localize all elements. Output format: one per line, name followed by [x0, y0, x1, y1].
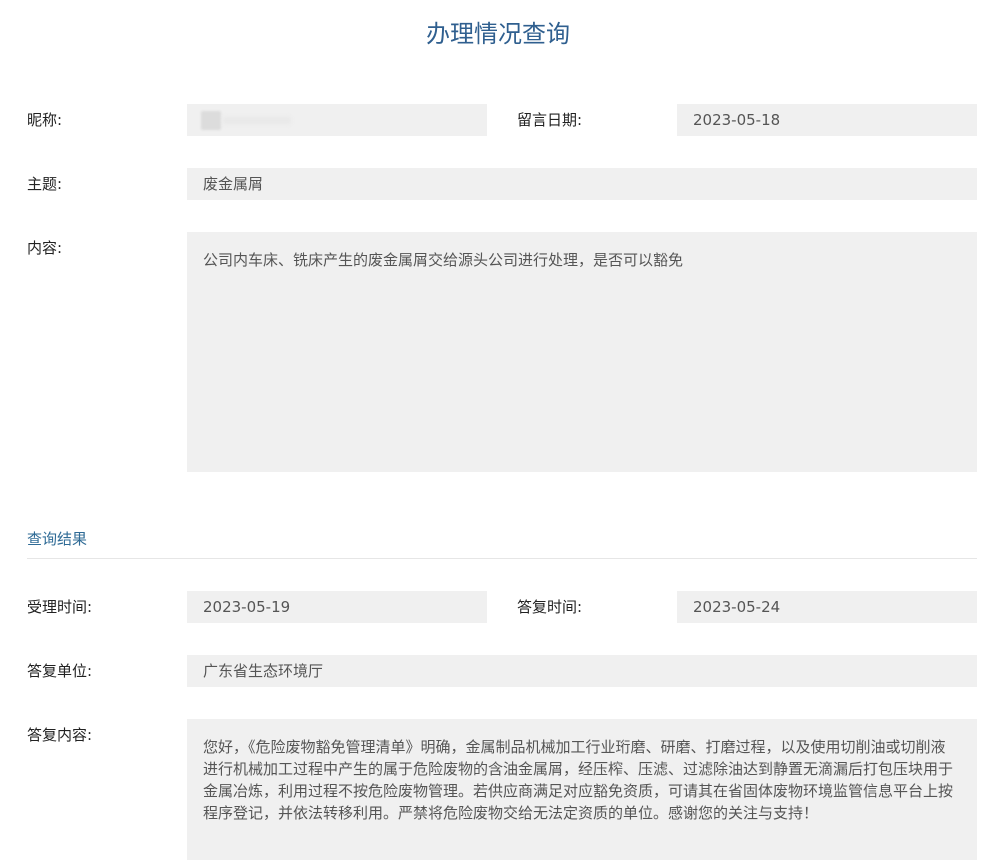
message-date-label: 留言日期: — [517, 111, 583, 129]
content-label: 内容: — [27, 239, 63, 257]
subject-label: 主题: — [27, 175, 63, 193]
query-result-section-title: 查询结果 — [27, 530, 88, 548]
message-date-field: 2023-05-18 — [677, 104, 977, 136]
redacted-nickname-tail — [223, 117, 291, 124]
accept-time-label: 受理时间: — [27, 598, 93, 616]
content-field: 公司内车床、铣床产生的废金属屑交给源头公司进行处理，是否可以豁免 — [187, 232, 977, 472]
nickname-field — [187, 104, 487, 136]
reply-unit-field: 广东省生态环境厅 — [187, 655, 977, 687]
nickname-label: 昵称: — [27, 111, 63, 129]
subject-field: 废金属屑 — [187, 168, 977, 200]
section-divider — [27, 558, 977, 559]
accept-time-field: 2023-05-19 — [187, 591, 487, 623]
reply-time-field: 2023-05-24 — [677, 591, 977, 623]
reply-content-label: 答复内容: — [27, 726, 93, 744]
page-title: 办理情况查询 — [426, 20, 570, 48]
reply-unit-label: 答复单位: — [27, 662, 93, 680]
reply-time-label: 答复时间: — [517, 598, 583, 616]
redacted-nickname — [201, 111, 221, 130]
reply-content-field: 您好，《危险废物豁免管理清单》明确，金属制品机械加工行业珩磨、研磨、打磨过程，以… — [187, 719, 977, 860]
